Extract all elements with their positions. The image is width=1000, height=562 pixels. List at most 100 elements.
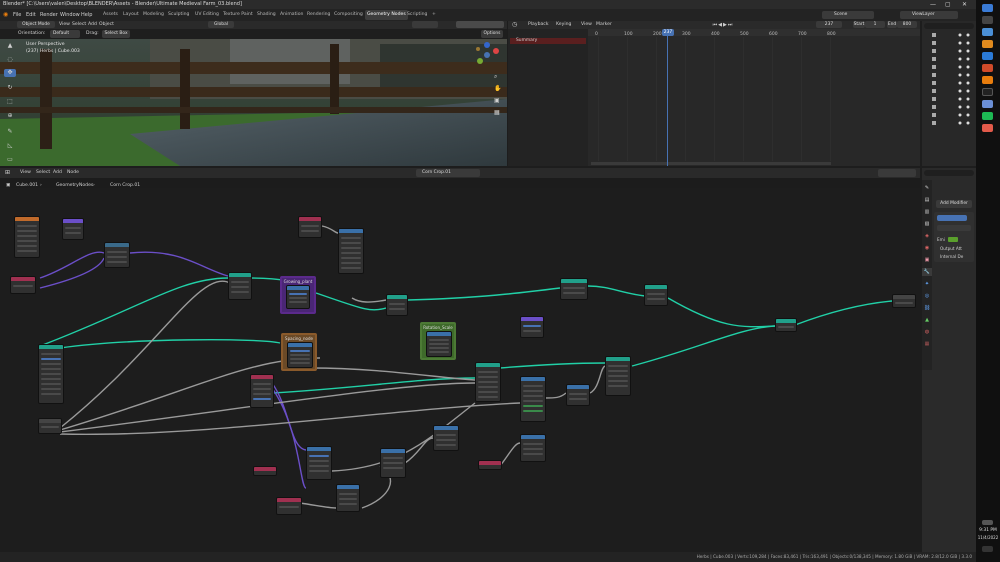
node-inside-rotation[interactable] [426,331,452,357]
cursor-tool-icon[interactable]: ▲ [5,42,15,50]
taskbar-blender-icon[interactable] [982,76,993,84]
object-tab-icon[interactable]: ▣ [923,256,931,264]
add-modifier-button[interactable]: Add Modifier [936,200,972,208]
node-scene-time[interactable] [253,466,277,476]
rotate-tool-icon[interactable]: ↻ [5,84,15,92]
measure-tool-icon[interactable]: ◺ [5,142,15,150]
constraints-tab-icon[interactable]: ⛓ [923,304,931,312]
tab-shading[interactable]: Shading [255,10,278,20]
node-rotate-instances[interactable] [605,356,631,396]
render-tab-icon[interactable]: ▤ [923,196,931,204]
menu-help[interactable]: Help [81,11,92,19]
node-transform[interactable] [228,272,252,300]
playback-controls[interactable]: ⏮◀▶⏭ [698,21,748,29]
maximize-button[interactable]: ▢ [945,0,951,9]
node-random-value-1[interactable] [298,216,322,238]
node-menu-add[interactable]: Add [53,168,62,178]
scale-tool-icon[interactable]: ⬚ [5,98,15,106]
timeline-menu-playback[interactable]: Playback [528,21,549,29]
node-object-info[interactable] [14,216,40,258]
particles-tab-icon[interactable]: ✦ [923,280,931,288]
node-vector-math[interactable] [520,316,544,338]
options-button[interactable]: Options [481,30,503,38]
tab-texture-paint[interactable]: Texture Paint [221,10,255,20]
node-inside-growing[interactable] [286,285,310,309]
end-frame-field[interactable]: 800 [897,21,917,28]
node-scale-instances[interactable] [520,376,546,422]
viewport-menu-view[interactable]: View [59,21,70,29]
world-tab-icon[interactable]: ◉ [923,244,931,252]
node-editor-type-icon[interactable]: ⊞ [5,169,10,177]
node-map-range[interactable] [306,446,332,480]
add-cube-tool-icon[interactable]: ▭ [5,156,15,164]
modifier-tab-icon[interactable]: 🔧 [922,268,932,276]
viewport-menu-select[interactable]: Select [72,21,86,29]
tab-layout[interactable]: Layout [121,10,141,20]
blender-logo-icon[interactable]: ◉ [3,11,8,19]
taskbar-spotify-icon[interactable] [982,112,993,120]
frame-spacing-node[interactable]: Spacing_node [281,333,317,371]
tab-geometry-nodes[interactable]: Geometry Nodes [365,10,408,20]
node-reroute-group[interactable] [38,418,62,434]
playhead-frame-badge[interactable]: 237 [662,29,674,36]
taskbar-search-icon[interactable] [982,16,993,24]
color-swatch[interactable] [948,237,958,242]
internal-dependencies-panel[interactable]: Internal De [940,254,963,259]
mode-selector[interactable]: Object Mode [17,21,55,28]
tab-modeling[interactable]: Modeling [141,10,166,20]
node-position[interactable] [276,497,302,515]
node-tree-selector[interactable]: Corn Crop.01 [416,169,480,177]
timeline-menu-view[interactable]: View [581,21,592,29]
viewport-gizmo-toggles[interactable] [412,21,438,28]
node-overlay-buttons[interactable] [878,169,916,177]
taskbar-store-icon[interactable] [982,52,993,60]
node-index[interactable] [478,460,502,470]
node-group-output[interactable] [892,294,916,308]
menu-window[interactable]: Window [60,11,80,19]
tab-compositing[interactable]: Compositing [332,10,365,20]
node-group-field[interactable] [937,225,971,231]
node-join-geometry[interactable] [386,294,408,316]
tab-sculpting[interactable]: Sculpting [166,10,191,20]
node-value[interactable] [62,218,84,240]
node-join-final[interactable] [775,318,797,332]
orientation-select[interactable]: Default [50,30,80,38]
timeline-menu-keying[interactable]: Keying [556,21,571,29]
timeline-menu-marker[interactable]: Marker [596,21,612,29]
node-compare[interactable] [520,434,546,462]
move-tool-icon[interactable]: ✥ [4,69,16,77]
menu-edit[interactable]: Edit [26,11,36,19]
material-tab-icon[interactable]: ◍ [923,328,931,336]
taskbar-brave-icon[interactable] [982,64,993,72]
node-input-geometry[interactable] [10,276,36,294]
node-menu-view[interactable]: View [20,168,31,178]
modifier-name-field[interactable] [937,215,967,221]
node-canvas[interactable]: Growing_plant Spacing_node Rotation_Scal… [0,188,920,552]
node-instance-on-points[interactable] [475,362,501,402]
output-tab-icon[interactable]: ▥ [923,208,931,216]
node-math-add[interactable] [336,484,360,512]
annotate-tool-icon[interactable]: ✎ [5,128,15,136]
taskbar-app-icon[interactable] [982,88,993,96]
node-realize-instances[interactable] [644,284,668,306]
menu-render[interactable]: Render [40,11,58,19]
select-tool-icon[interactable]: ◌ [5,56,15,64]
tab-rendering[interactable]: Rendering [305,10,332,20]
minimize-button[interactable]: — [930,0,936,9]
viewlayer-selector[interactable]: ViewLayer [900,11,958,19]
summary-channel[interactable]: Summary [510,38,586,44]
frame-rotation-scale[interactable]: Rotation_Scale [420,322,456,360]
shading-mode-buttons[interactable] [456,21,504,28]
tab-uv-editing[interactable]: UV Editing [193,10,221,20]
node-inside-spacing[interactable] [287,342,313,368]
camera-icon[interactable]: ▣ [494,97,500,105]
tab-scripting[interactable]: Scripting [405,10,429,20]
properties-search[interactable] [924,170,974,176]
viewport-menu-object[interactable]: Object [99,21,114,29]
transform-orientation[interactable]: Global [208,21,234,28]
grid-icon[interactable]: ▦ [494,109,500,117]
close-button[interactable]: ✕ [962,0,967,9]
node-float-curve[interactable] [433,425,459,451]
physics-tab-icon[interactable]: ◎ [923,292,931,300]
3d-viewport[interactable]: User Perspective (237) Herbs | Cube.003 … [0,39,507,166]
